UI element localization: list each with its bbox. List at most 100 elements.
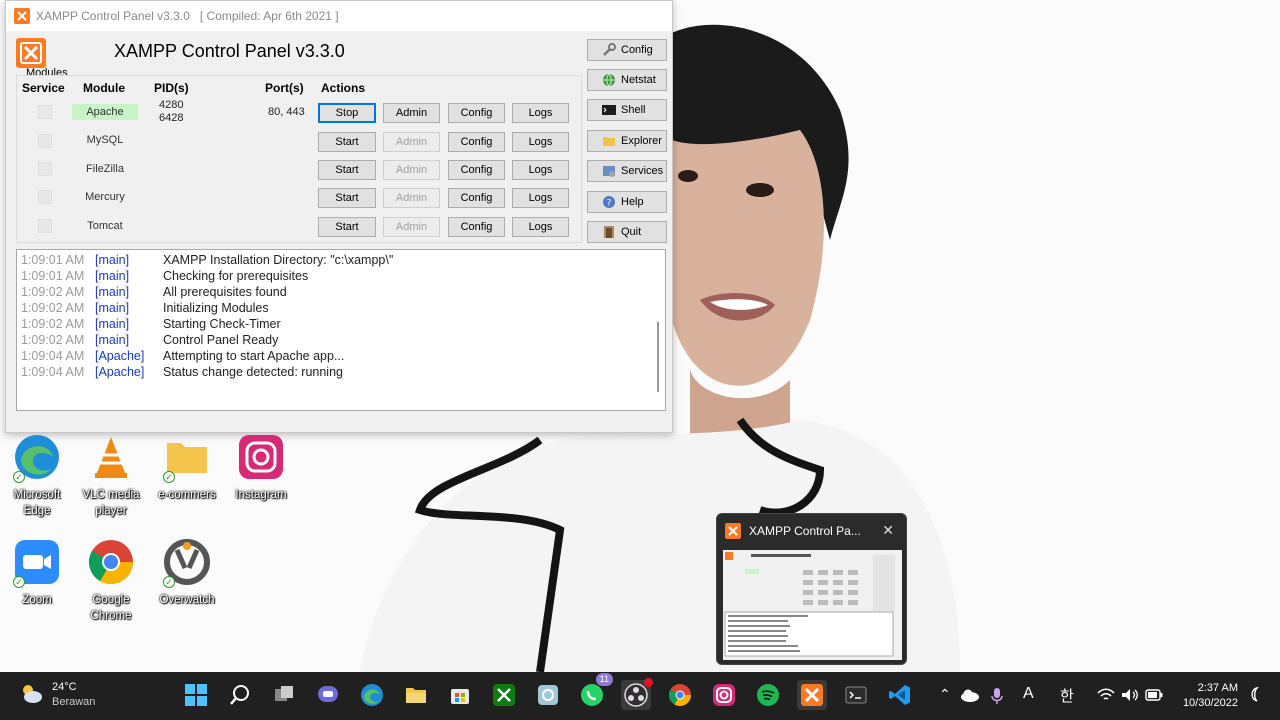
xbox-icon	[493, 684, 515, 706]
explorer-button[interactable]: Explorer	[587, 130, 667, 152]
service-checkbox[interactable]	[38, 134, 52, 148]
taskbar-instagram[interactable]	[709, 680, 739, 710]
volume-icon[interactable]	[1121, 688, 1139, 702]
logs-button-mercury[interactable]: Logs	[512, 188, 569, 208]
config-button-filezilla[interactable]: Config	[448, 160, 505, 180]
log-time: 1:09:02 AM	[21, 333, 85, 347]
log-source: [main]	[95, 301, 130, 315]
taskbar-store[interactable]	[445, 680, 475, 710]
xampp-window: XAMPP Control Panel v3.3.0 [ Compiled: A…	[5, 0, 673, 433]
taskbar-camera[interactable]	[533, 680, 563, 710]
whatsapp-icon	[581, 684, 603, 706]
config-button-apache[interactable]: Config	[448, 103, 505, 123]
moon-icon[interactable]	[1248, 687, 1262, 703]
folder-icon	[406, 688, 426, 703]
desktop-icon-vlc[interactable]: VLC media player	[79, 433, 143, 519]
ime-indicator[interactable]: 한	[1060, 685, 1074, 706]
battery-icon[interactable]	[1145, 689, 1163, 701]
desktop-icon-folder[interactable]: ✓ e-commers	[155, 433, 219, 503]
desktop-icon-edge[interactable]: ✓ Microsoft Edge	[5, 433, 69, 519]
pid-apache: 4280 6428	[159, 99, 184, 124]
taskbar-xampp[interactable]	[797, 680, 827, 710]
microphone-icon[interactable]	[991, 687, 1003, 705]
log-scrollbar[interactable]	[657, 322, 659, 392]
close-icon[interactable]: ✕	[882, 522, 894, 539]
taskbar-file-explorer[interactable]	[401, 680, 431, 710]
window-titlebar[interactable]: XAMPP Control Panel v3.3.0 [ Compiled: A…	[6, 1, 672, 31]
admin-button-apache[interactable]: Admin	[383, 103, 440, 123]
config-side-button[interactable]: Config	[587, 39, 667, 61]
chevron-up-icon[interactable]: ⌃	[939, 686, 951, 703]
taskbar-vscode[interactable]	[885, 680, 915, 710]
start-button[interactable]	[181, 680, 211, 710]
globe-icon	[603, 73, 615, 87]
onedrive-icon[interactable]	[960, 688, 980, 702]
quit-icon	[604, 226, 614, 238]
desktop-icon-chrome[interactable]: Google Chrome	[79, 538, 143, 624]
log-source: [main]	[95, 285, 130, 299]
language-indicator[interactable]: A	[1023, 685, 1034, 703]
task-view-button[interactable]	[269, 680, 299, 710]
windows-start-icon	[185, 684, 207, 706]
header-actions: Actions	[321, 81, 366, 95]
taskbar-clock[interactable]: 2:37 AM 10/30/2022	[1172, 681, 1238, 711]
thumbnail-title: XAMPP Control Pa...	[749, 524, 861, 538]
taskbar-edge[interactable]	[357, 680, 387, 710]
start-button-mysql[interactable]: Start	[318, 132, 376, 152]
desktop-icon-overwatch[interactable]: ✓ Overwatch	[155, 538, 219, 608]
start-button-filezilla[interactable]: Start	[318, 160, 376, 180]
desktop-icon-instagram[interactable]: Instagram	[229, 433, 293, 503]
log-message: Control Panel Ready	[163, 333, 279, 347]
service-checkbox[interactable]	[38, 105, 52, 119]
services-label: Services	[621, 165, 664, 177]
search-button[interactable]	[225, 680, 255, 710]
start-button-tomcat[interactable]: Start	[318, 217, 376, 237]
logs-button-tomcat[interactable]: Logs	[512, 217, 569, 237]
logs-button-mysql[interactable]: Logs	[512, 132, 569, 152]
cloudy-weather-icon	[23, 685, 42, 703]
taskbar-xbox[interactable]	[489, 680, 519, 710]
store-icon	[451, 689, 469, 704]
taskbar-thumbnail-preview[interactable]: XAMPP Control Pa... ✕	[716, 513, 907, 665]
xampp-icon	[725, 523, 741, 539]
logs-button-filezilla[interactable]: Logs	[512, 160, 569, 180]
instagram-icon	[713, 684, 735, 706]
shell-button[interactable]: Shell	[587, 99, 667, 121]
taskbar-whatsapp[interactable]: 11	[577, 673, 613, 710]
config-button-mysql[interactable]: Config	[448, 132, 505, 152]
service-checkbox[interactable]	[38, 162, 52, 176]
service-checkbox[interactable]	[38, 190, 52, 204]
help-button[interactable]: ? Help	[587, 191, 667, 213]
taskbar-spotify[interactable]	[753, 680, 783, 710]
log-message: Starting Check-Timer	[163, 317, 281, 331]
start-button-mercury[interactable]: Start	[318, 188, 376, 208]
quit-button[interactable]: Quit	[587, 221, 667, 243]
taskbar-obs[interactable]	[621, 678, 653, 710]
log-console[interactable]: 1:09:01 AM [main] XAMPP Installation Direc…	[16, 249, 666, 411]
quit-label: Quit	[621, 226, 642, 238]
stop-button-apache[interactable]: Stop	[318, 103, 376, 123]
logs-button-apache[interactable]: Logs	[512, 103, 569, 123]
log-time: 1:09:01 AM	[21, 269, 85, 283]
taskbar-chat[interactable]	[313, 680, 343, 710]
xampp-logo-icon	[16, 38, 46, 68]
config-button-mercury[interactable]: Config	[448, 188, 505, 208]
netstat-button[interactable]: Netstat	[587, 69, 667, 91]
desktop-icon-label: Zoom	[22, 594, 52, 606]
service-checkbox[interactable]	[38, 219, 52, 233]
clock-time: 2:37 AM	[1197, 682, 1238, 694]
services-button[interactable]: Services	[587, 160, 667, 182]
desktop-icon-zoom[interactable]: ✓ Zoom	[5, 538, 69, 608]
compiled-label: [ Compiled: Apr 6th 2021 ]	[199, 9, 339, 23]
weather-widget[interactable]: 24°C Berawan	[18, 680, 95, 710]
wifi-icon[interactable]	[1097, 688, 1115, 702]
admin-button-mysql: Admin	[383, 132, 440, 152]
taskbar-chrome[interactable]	[665, 680, 695, 710]
module-name-tomcat: Tomcat	[87, 220, 123, 232]
taskbar-terminal[interactable]	[841, 680, 871, 710]
log-source: [main]	[95, 253, 130, 267]
log-source: [main]	[95, 317, 130, 331]
log-time: 1:09:02 AM	[21, 317, 85, 331]
config-button-tomcat[interactable]: Config	[448, 217, 505, 237]
folder-icon	[603, 137, 615, 146]
